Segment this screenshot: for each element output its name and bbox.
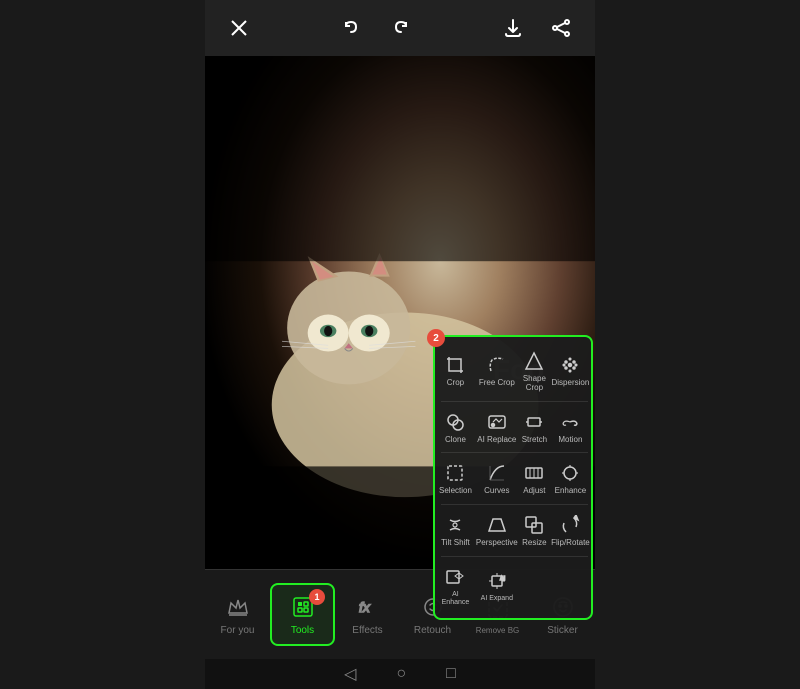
nav-item-effects[interactable]: fx Effects bbox=[335, 585, 400, 644]
svg-text:fx: fx bbox=[359, 599, 371, 615]
tool-free-crop[interactable]: Free Crop bbox=[474, 343, 520, 399]
tool-dispersion[interactable]: Dispersion bbox=[549, 343, 592, 399]
back-button[interactable]: ◁ bbox=[344, 664, 356, 684]
nav-item-tools[interactable]: 1 Tools bbox=[270, 583, 335, 646]
tool-adjust[interactable]: Adjust bbox=[520, 455, 549, 502]
tool-tilt-shift[interactable]: Tilt Shift bbox=[437, 507, 474, 554]
share-button[interactable] bbox=[543, 10, 579, 46]
tool-selection[interactable]: Selection bbox=[437, 455, 474, 502]
close-button[interactable] bbox=[221, 10, 257, 46]
nav-item-for-you[interactable]: For you bbox=[205, 585, 270, 644]
tool-ai-enhance[interactable]: AI Enhance bbox=[437, 559, 474, 612]
tool-enhance[interactable]: Enhance bbox=[549, 455, 592, 502]
tool-ai-expand[interactable]: AI AI Expand bbox=[474, 559, 520, 612]
tool-perspective[interactable]: Perspective bbox=[474, 507, 520, 554]
crown-icon bbox=[224, 593, 252, 621]
tool-resize[interactable]: Resize bbox=[520, 507, 549, 554]
tools-panel: 2 Crop Free Crop Shape Crop bbox=[433, 335, 593, 620]
tool-curves[interactable]: Curves bbox=[474, 455, 520, 502]
recents-button[interactable]: □ bbox=[446, 665, 456, 683]
download-button[interactable] bbox=[495, 10, 531, 46]
phone-container: Foo 2 Crop Free Crop Shape Cro bbox=[205, 0, 595, 689]
tool-crop[interactable]: Crop bbox=[437, 343, 474, 399]
tool-shape-crop[interactable]: Shape Crop bbox=[520, 343, 549, 399]
tool-flip-rotate[interactable]: Flip/Rotate bbox=[549, 507, 592, 554]
redo-button[interactable] bbox=[382, 10, 418, 46]
tool-stretch[interactable]: Stretch bbox=[520, 404, 549, 451]
system-nav: ◁ ○ □ bbox=[205, 659, 595, 689]
tool-motion[interactable]: Motion bbox=[549, 404, 592, 451]
effects-icon: fx bbox=[354, 593, 382, 621]
tool-clone[interactable]: Clone bbox=[437, 404, 474, 451]
svg-text:AI: AI bbox=[500, 576, 506, 582]
tool-ai-replace[interactable]: AI Replace bbox=[474, 404, 520, 451]
tools-badge: 1 bbox=[309, 589, 325, 605]
top-bar bbox=[205, 0, 595, 56]
home-button[interactable]: ○ bbox=[396, 665, 406, 683]
tools-panel-badge: 2 bbox=[427, 329, 445, 347]
undo-button[interactable] bbox=[334, 10, 370, 46]
